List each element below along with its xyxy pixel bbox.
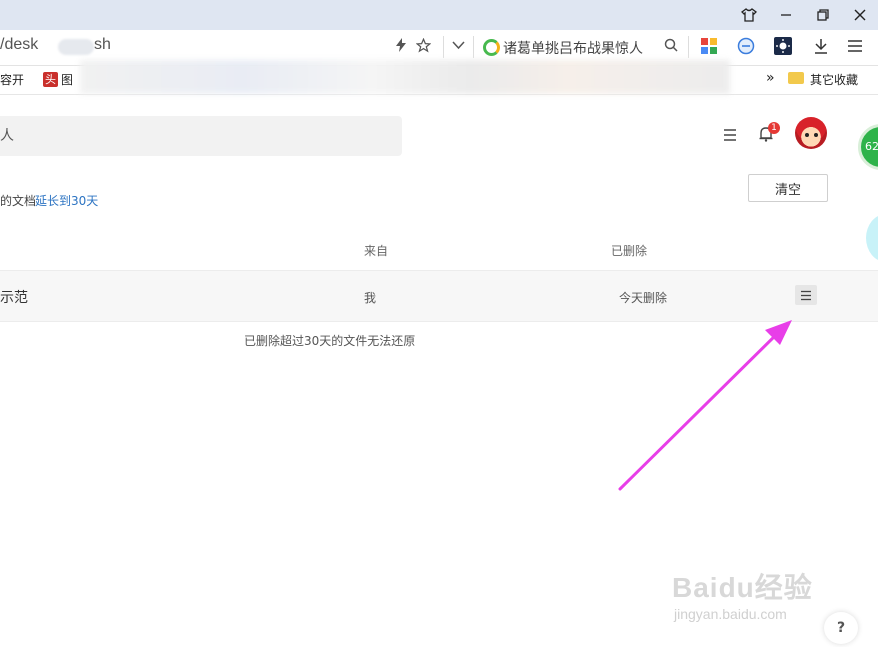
row-deleted-time: 今天删除 [619, 291, 668, 305]
apps-grid-icon[interactable] [700, 37, 718, 55]
row-menu-button[interactable] [795, 285, 817, 305]
row-file-name[interactable]: 示范 [0, 287, 28, 307]
restore-icon[interactable] [811, 4, 835, 26]
star-icon[interactable] [415, 37, 432, 57]
extend-to-30-days-link[interactable]: 延长到30天 [35, 192, 98, 209]
other-bookmarks-label[interactable]: 其它收藏 [810, 71, 858, 88]
brightness-icon[interactable] [774, 37, 792, 55]
row-from: 我 [364, 291, 377, 305]
avatar[interactable] [795, 117, 827, 149]
browser-menu-icon[interactable] [846, 37, 864, 55]
minimize-icon[interactable] [774, 4, 798, 26]
notification-count-badge: 1 [768, 122, 780, 134]
search-engine-logo-icon [483, 39, 500, 56]
column-header-deleted[interactable]: 已删除 [611, 242, 647, 259]
minus-circle-icon[interactable] [737, 37, 755, 55]
retention-note: 已删除超过30天的文件无法还原 [244, 334, 416, 348]
search-suggestion[interactable]: 诸葛单挑吕布战果惊人 [503, 38, 643, 58]
list-view-icon[interactable] [723, 126, 737, 147]
toutiao-icon: 头 [43, 72, 58, 87]
notice-text: 的文档 [0, 194, 37, 208]
url-suffix[interactable]: sh [94, 36, 111, 54]
baidu-watermark: Baidu经验 [672, 572, 813, 603]
baidu-watermark-url: jingyan.baidu.com [674, 606, 787, 622]
search-input[interactable] [0, 116, 402, 156]
more-bookmarks-chevron[interactable]: » [766, 70, 775, 86]
avatar-right-eye [814, 133, 818, 137]
bookmarks-redaction [80, 60, 730, 94]
folder-icon [788, 72, 804, 84]
url-redaction [58, 39, 94, 55]
close-icon[interactable] [848, 4, 872, 26]
avatar-left-eye [805, 133, 809, 137]
bookmark-item-second[interactable]: 图 [61, 71, 73, 88]
magnifier-icon[interactable] [664, 38, 678, 56]
chevron-down-icon[interactable] [452, 38, 465, 55]
search-separator [473, 36, 474, 58]
download-icon[interactable] [812, 37, 830, 55]
floating-progress-badge[interactable]: 62 [858, 124, 878, 170]
bookmark-item-first[interactable]: 容开 [0, 71, 24, 88]
clear-button[interactable]: 清空 [748, 174, 828, 202]
address-separator [443, 36, 444, 58]
help-button[interactable]: ? [824, 612, 858, 644]
column-header-from[interactable]: 来自 [364, 242, 388, 259]
lightning-icon[interactable] [395, 38, 407, 56]
floating-assistant-button[interactable] [866, 214, 878, 262]
url-prefix[interactable]: /desk [0, 36, 38, 54]
annotation-arrow-shaft [618, 326, 785, 491]
skin-shirt-icon[interactable] [737, 4, 761, 26]
annotation-arrow [618, 320, 792, 491]
toolbar-separator [688, 36, 689, 58]
search-input-text: 人 [0, 128, 14, 144]
